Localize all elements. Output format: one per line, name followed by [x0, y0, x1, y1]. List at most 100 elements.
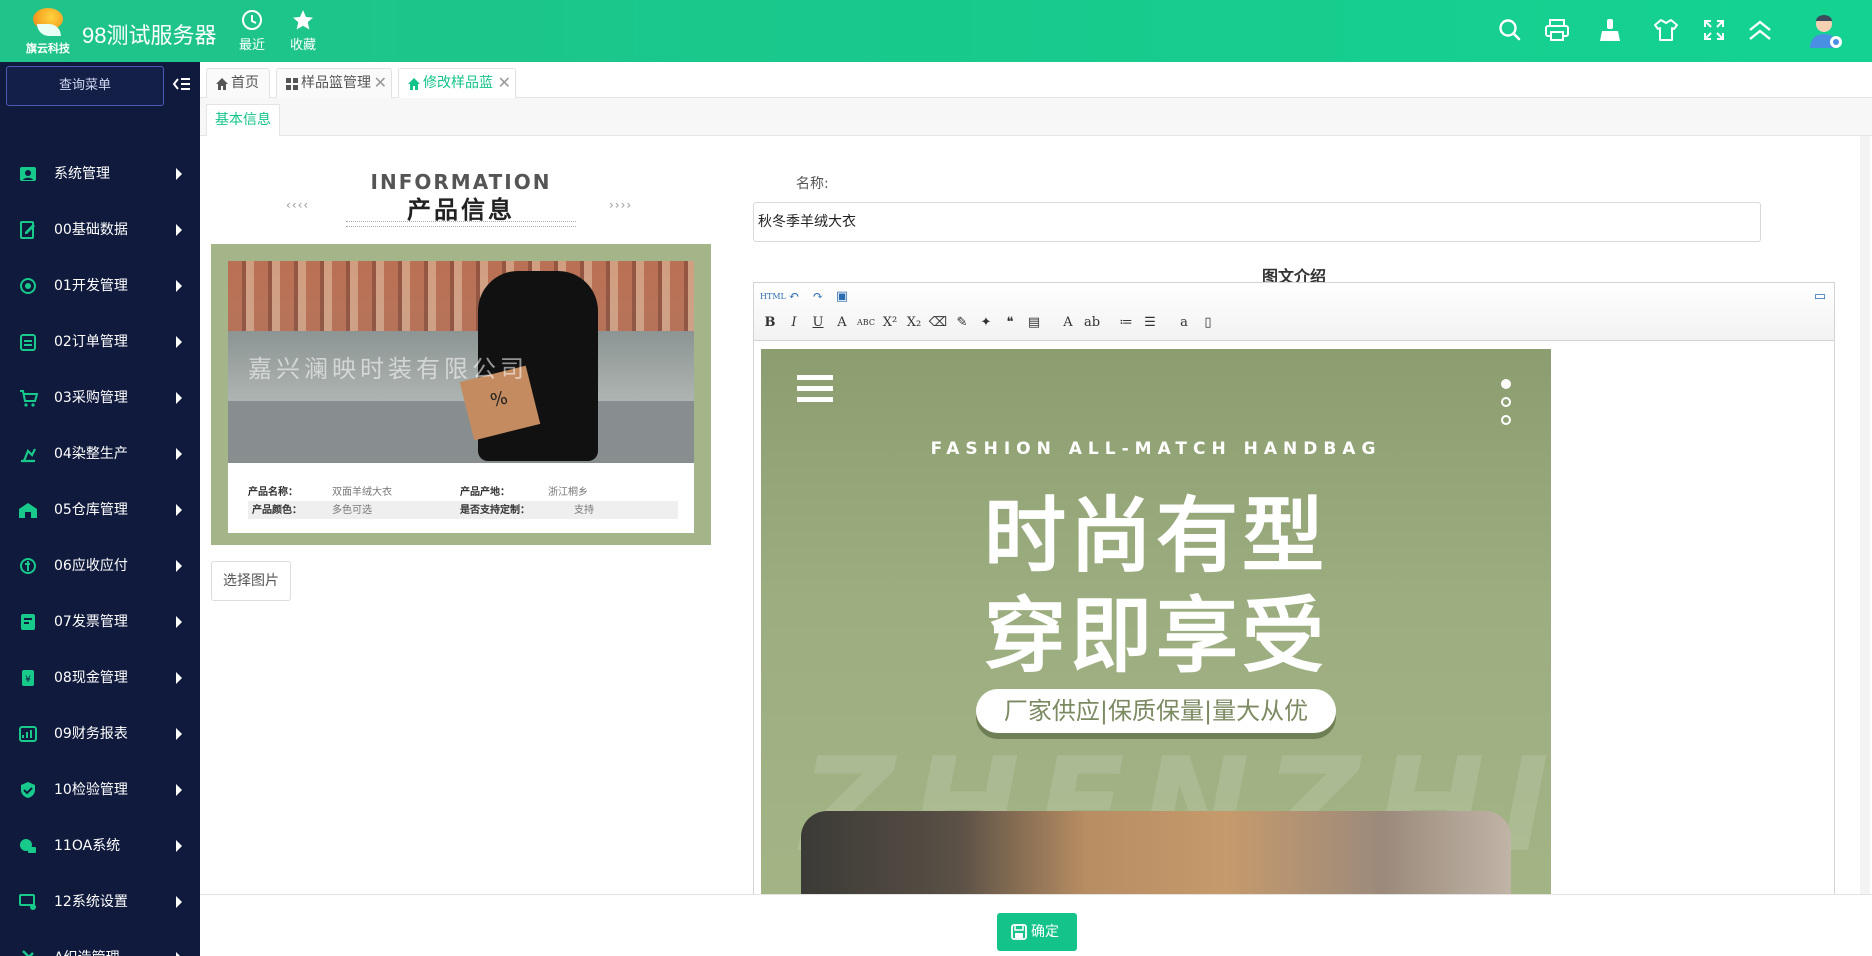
warehouse-icon	[19, 503, 37, 518]
sidebar-item-12[interactable]: 11OA系统	[0, 818, 200, 874]
sidebar-item-6[interactable]: 05仓库管理	[0, 482, 200, 538]
editor-body[interactable]: ZHENZHI FASHION ALL-MATCH HANDBAG 时尚有型 穿…	[754, 341, 1834, 899]
page-icon[interactable]: ▯	[1198, 313, 1218, 333]
sidebar-item-10[interactable]: 09财务报表	[0, 706, 200, 762]
tools-icon	[22, 950, 34, 956]
sidebar-item-13[interactable]: 12系统设置	[0, 874, 200, 930]
font-border-icon[interactable]: A	[832, 313, 852, 333]
sidebar-item-label: 09财务报表	[54, 726, 128, 742]
chevron-right-icon	[176, 224, 182, 236]
spec-row: 产品名称： 双面羊绒大衣 产品产地： 浙江桐乡	[248, 487, 588, 498]
page-scrollbar[interactable]	[1860, 136, 1870, 894]
superscript-icon[interactable]: X²	[880, 313, 900, 333]
fullscreen-button[interactable]	[1698, 14, 1730, 46]
favorites-nav[interactable]: 收藏	[281, 6, 325, 53]
name-input[interactable]: 秋冬季羊绒大衣	[753, 202, 1761, 242]
oa-icon	[20, 839, 36, 853]
sidebar-item-1[interactable]: 00基础数据	[0, 202, 200, 258]
user-avatar[interactable]	[1806, 12, 1844, 50]
insert-image-icon[interactable]: ▣	[832, 287, 852, 307]
sidebar-item-label: 06应收应付	[54, 558, 128, 574]
sidebar-item-label: 05仓库管理	[54, 502, 128, 518]
editor-toolbar: HTML ↶ ↷ ▣ B I U A ABC X² X₂ ⌫ ✎ ✦ ❝ ▤ Aab ≔ ☰ a ▯ ▭	[754, 283, 1834, 341]
italic-icon[interactable]: I	[784, 313, 804, 333]
format-brush-icon[interactable]: ✎	[952, 313, 972, 333]
cart-icon	[20, 390, 38, 407]
chevron-right-icon	[176, 672, 182, 684]
home-icon	[216, 78, 228, 90]
product-photo: % 嘉兴澜映时装有限公司	[228, 261, 694, 463]
sidebar-item-0[interactable]: 系统管理	[0, 146, 200, 202]
form-tab-bar: 基本信息	[200, 98, 1872, 136]
chevron-right-icon	[176, 728, 182, 740]
chevron-right-icon	[176, 896, 182, 908]
font-color-icon[interactable]: A	[1058, 313, 1078, 333]
sidebar-item-label: 11OA系统	[54, 838, 121, 854]
sidebar-item-11[interactable]: 10检验管理	[0, 762, 200, 818]
close-icon[interactable]: ✕	[374, 69, 387, 97]
tab-basic-info[interactable]: 基本信息	[206, 104, 280, 136]
chevron-right-icon	[176, 560, 182, 572]
rich-text-editor[interactable]: HTML ↶ ↷ ▣ B I U A ABC X² X₂ ⌫ ✎ ✦ ❝ ▤ Aab ≔ ☰ a ▯ ▭ ZHENZH…	[753, 282, 1835, 900]
print-button[interactable]	[1541, 14, 1573, 46]
sidebar-item-8[interactable]: 07发票管理	[0, 594, 200, 650]
strikethrough-icon[interactable]: ABC	[856, 313, 876, 333]
subscript-icon[interactable]: X₂	[904, 313, 924, 333]
chevron-right-icon	[176, 784, 182, 796]
shield-check-icon	[21, 782, 35, 798]
html-source-icon[interactable]: HTML	[760, 287, 786, 307]
form-footer: 确定	[200, 894, 1872, 956]
sidebar-item-3[interactable]: 02订单管理	[0, 314, 200, 370]
recent-label: 最近	[238, 38, 265, 53]
print-icon	[1545, 19, 1569, 41]
ordered-list-icon[interactable]: ≔	[1116, 313, 1136, 333]
unordered-list-icon[interactable]: ☰	[1140, 313, 1160, 333]
home-icon	[408, 78, 420, 90]
undo-icon[interactable]: ↶	[784, 287, 804, 307]
close-icon[interactable]: ✕	[498, 69, 511, 97]
company-logo[interactable]: 旗云科技	[22, 6, 74, 55]
redo-icon[interactable]: ↷	[808, 287, 828, 307]
auto-format-icon[interactable]: ✦	[976, 313, 996, 333]
confirm-button[interactable]: 确定	[997, 913, 1077, 951]
tab-home[interactable]: 首页	[206, 68, 270, 98]
sidebar-item-7[interactable]: 06应收应付	[0, 538, 200, 594]
search-button[interactable]	[1494, 14, 1526, 46]
chevrons-left-icon: ‹‹‹‹	[286, 198, 310, 212]
paste-plain-icon[interactable]: ▤	[1024, 313, 1044, 333]
choose-image-button[interactable]: 选择图片	[211, 561, 291, 601]
chevron-right-icon	[176, 336, 182, 348]
underline-icon[interactable]: U	[808, 313, 828, 333]
skin-button[interactable]	[1650, 14, 1682, 46]
tab-sample-basket[interactable]: 样品篮管理 ✕	[276, 68, 392, 98]
clean-cache-button[interactable]	[1594, 14, 1626, 46]
anchor-icon[interactable]: a	[1174, 313, 1194, 333]
collapse-header-button[interactable]	[1744, 14, 1776, 46]
sidebar-item-2[interactable]: 01开发管理	[0, 258, 200, 314]
bold-icon[interactable]: B	[760, 313, 780, 333]
tab-edit-sample-basket-label: 修改样品蓝	[423, 75, 493, 91]
search-icon	[1499, 19, 1521, 41]
banner-subtitle: FASHION ALL-MATCH HANDBAG	[930, 439, 1382, 459]
dots-indicator-icon	[1501, 379, 1513, 433]
star-icon	[293, 10, 313, 30]
sidebar-item-4[interactable]: 03采购管理	[0, 370, 200, 426]
sidebar-collapse-button[interactable]	[172, 74, 192, 94]
edit-doc-icon	[20, 221, 35, 239]
menu-search-input[interactable]: 查询菜单	[6, 66, 164, 106]
fine-print-lines	[346, 221, 576, 227]
top-header: 旗云科技 98测试服务器 最近 收藏	[0, 0, 1872, 62]
cash-icon: ¥	[22, 670, 34, 686]
clock-icon	[242, 10, 262, 30]
editor-fullscreen-icon[interactable]: ▭	[1810, 287, 1830, 307]
sidebar-item-9[interactable]: ¥08现金管理	[0, 650, 200, 706]
chevron-right-icon	[176, 280, 182, 292]
product-photo-frame: % 嘉兴澜映时装有限公司 产品名称： 双面羊绒大衣 产品产地： 浙江桐乡 产品颜…	[211, 244, 711, 545]
eraser-icon[interactable]: ⌫	[928, 313, 948, 333]
blockquote-icon[interactable]: ❝	[1000, 313, 1020, 333]
highlight-icon[interactable]: ab	[1082, 313, 1102, 333]
sidebar-item-5[interactable]: 04染整生产	[0, 426, 200, 482]
sidebar-item-14[interactable]: A织造管理	[0, 930, 200, 956]
recent-nav[interactable]: 最近	[230, 6, 274, 53]
tab-edit-sample-basket[interactable]: 修改样品蓝 ✕	[398, 68, 516, 98]
